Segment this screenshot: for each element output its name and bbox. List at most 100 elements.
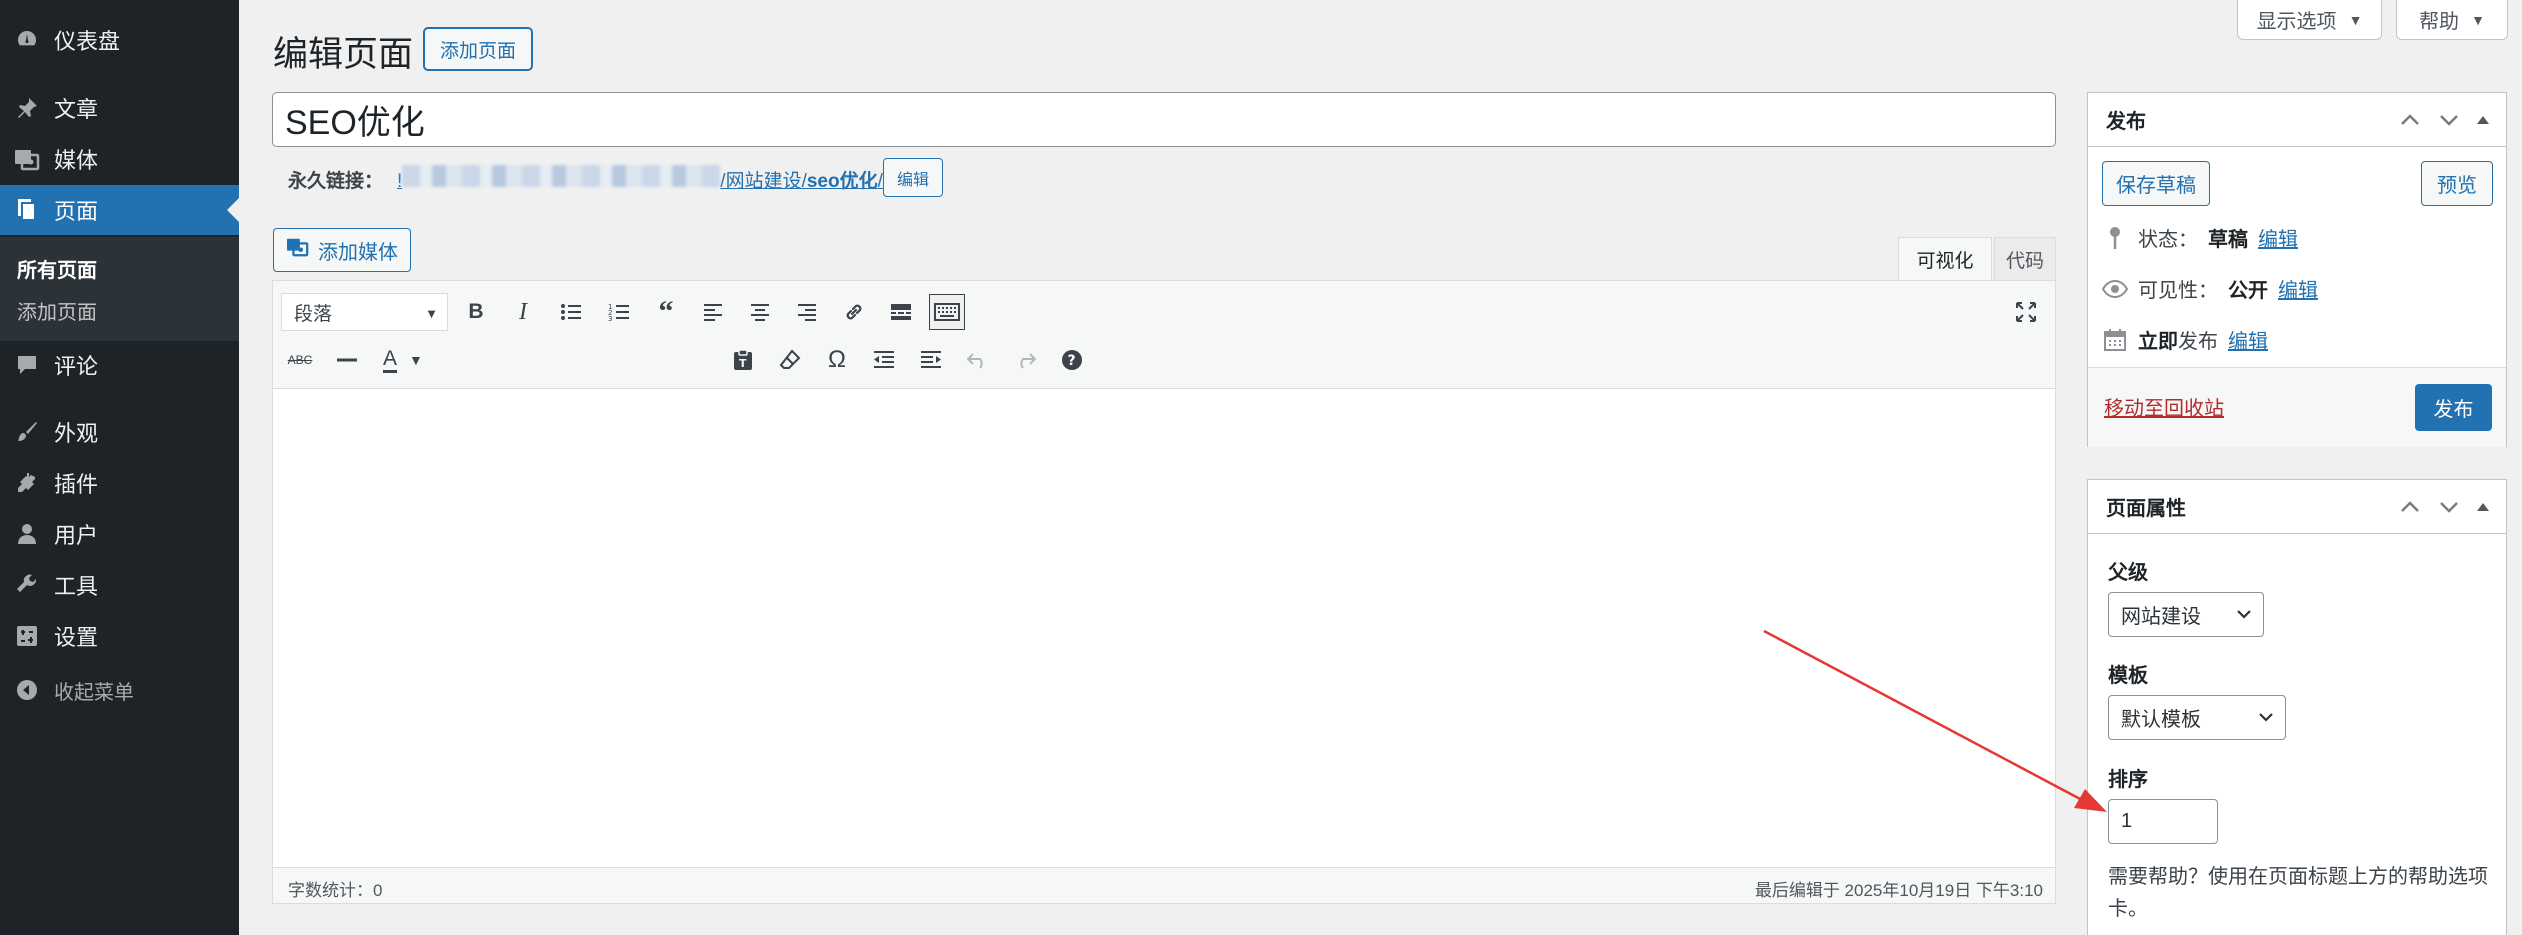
insert-link-button[interactable] xyxy=(836,294,872,330)
paste-as-text-button[interactable]: T xyxy=(725,342,761,378)
text-color-button[interactable]: A ▼ xyxy=(377,342,429,378)
add-new-page-button[interactable]: 添加页面 xyxy=(423,27,533,71)
post-title-input[interactable] xyxy=(272,92,2056,147)
page-attributes-box: 页面属性 父级 网站建设 模板 默认模板 排序 需要帮助？使用在页面标题上方的帮… xyxy=(2087,479,2507,935)
tab-code[interactable]: 代码 xyxy=(1994,237,2056,280)
align-right-button[interactable] xyxy=(789,294,825,330)
bold-icon: B xyxy=(468,300,484,323)
indent-button[interactable] xyxy=(913,342,949,378)
save-draft-button[interactable]: 保存草稿 xyxy=(2102,161,2210,206)
blockquote-button[interactable]: “ xyxy=(648,294,684,330)
italic-button[interactable]: I xyxy=(505,294,541,330)
order-input[interactable] xyxy=(2108,799,2218,844)
admin-sidebar: 仪表盘 文章 媒体 页面 所有页面 添加页面 评论 外观 插件 用户 工具 设置… xyxy=(0,0,239,935)
toolbar-toggle-button[interactable] xyxy=(929,294,965,330)
bullet-list-button[interactable] xyxy=(553,294,589,330)
sidebar-item-plugins[interactable]: 插件 xyxy=(0,458,239,508)
move-down-button[interactable] xyxy=(2436,494,2462,520)
chevron-down-icon xyxy=(2257,707,2275,733)
fullscreen-icon xyxy=(2016,302,2036,322)
tab-visual[interactable]: 可视化 xyxy=(1898,237,1992,280)
schedule-edit-link[interactable]: 编辑 xyxy=(2228,325,2268,354)
move-up-button[interactable] xyxy=(2397,107,2423,133)
undo-icon xyxy=(967,353,983,369)
sidebar-item-comments[interactable]: 评论 xyxy=(0,340,239,390)
status-edit-link[interactable]: 编辑 xyxy=(2258,223,2298,252)
publish-box-title: 发布 xyxy=(2106,111,2146,133)
pin-icon xyxy=(2102,225,2128,251)
content-editor: 段落 ▼ B I 123 “ ABC A ▼ T Ω ? 字数统计：0 最后编辑… xyxy=(272,280,2056,904)
numbered-list-button[interactable]: 123 xyxy=(601,294,637,330)
svg-text:3: 3 xyxy=(608,315,612,322)
fullscreen-button[interactable] xyxy=(2008,294,2044,330)
help-tab[interactable]: 帮助 ▼ xyxy=(2396,0,2508,40)
clear-formatting-button[interactable] xyxy=(772,342,808,378)
align-center-icon xyxy=(751,304,769,321)
permalink-edit-button[interactable]: 编辑 xyxy=(883,158,943,197)
status-value: 草稿 xyxy=(2208,229,2248,251)
editor-toolbar: 段落 ▼ B I 123 “ ABC A ▼ T Ω ? xyxy=(273,281,2055,389)
add-media-button[interactable]: 添加媒体 xyxy=(273,228,411,272)
settings-icon xyxy=(0,611,54,661)
caret-down-icon: ▼ xyxy=(409,352,423,368)
submenu-add-page[interactable]: 添加页面 xyxy=(17,296,97,325)
permalink-blurred-domain xyxy=(402,165,721,187)
collapse-icon xyxy=(0,665,54,715)
keyboard-shortcuts-button[interactable]: ? xyxy=(1054,342,1090,378)
undo-button[interactable] xyxy=(960,342,996,378)
order-label: 排序 xyxy=(2108,769,2148,791)
horizontal-line-button[interactable] xyxy=(329,342,365,378)
svg-text:T: T xyxy=(739,357,747,370)
format-select[interactable]: 段落 ▼ xyxy=(281,293,448,331)
caret-down-icon: ▼ xyxy=(2471,11,2485,28)
publish-actions: 移动至回收站 发布 xyxy=(2088,367,2506,447)
sidebar-item-label: 页面 xyxy=(54,199,99,224)
visibility-edit-link[interactable]: 编辑 xyxy=(2278,274,2318,303)
caret-down-icon: ▼ xyxy=(425,306,438,321)
sidebar-item-label: 文章 xyxy=(54,97,99,122)
align-left-icon xyxy=(704,304,722,321)
outdent-button[interactable] xyxy=(866,342,902,378)
move-up-button[interactable] xyxy=(2397,494,2423,520)
sidebar-item-label: 评论 xyxy=(54,354,99,379)
sidebar-item-label: 仪表盘 xyxy=(54,29,121,54)
editor-content-area[interactable] xyxy=(273,389,2055,841)
sidebar-item-label: 收起菜单 xyxy=(54,681,134,704)
strikethrough-button[interactable]: ABC xyxy=(282,342,318,378)
sidebar-item-settings[interactable]: 设置 xyxy=(0,611,239,661)
link-icon xyxy=(846,304,862,320)
sidebar-item-users[interactable]: 用户 xyxy=(0,509,239,559)
sidebar-item-pages[interactable]: 页面 xyxy=(0,185,239,235)
quote-icon: “ xyxy=(658,295,674,328)
align-center-button[interactable] xyxy=(742,294,778,330)
sidebar-collapse-menu[interactable]: 收起菜单 xyxy=(0,665,239,715)
toggle-panel-button[interactable] xyxy=(2470,107,2496,133)
toggle-panel-button[interactable] xyxy=(2470,494,2496,520)
permalink-link[interactable]: !/网站建设/seo优化/ xyxy=(397,165,883,193)
move-down-button[interactable] xyxy=(2436,107,2462,133)
special-character-button[interactable]: Ω xyxy=(819,342,855,378)
parent-select[interactable]: 网站建设 xyxy=(2108,592,2264,637)
sidebar-item-dashboard[interactable]: 仪表盘 xyxy=(0,15,239,65)
wrench-icon xyxy=(0,560,54,610)
omega-icon: Ω xyxy=(828,346,846,373)
template-select[interactable]: 默认模板 xyxy=(2108,695,2286,740)
permalink-path: /网站建设/ xyxy=(720,171,807,192)
sidebar-item-posts[interactable]: 文章 xyxy=(0,83,239,133)
media-icon xyxy=(286,236,310,264)
sidebar-item-tools[interactable]: 工具 xyxy=(0,560,239,610)
bold-button[interactable]: B xyxy=(458,294,494,330)
sidebar-item-appearance[interactable]: 外观 xyxy=(0,407,239,457)
triangle-up-icon xyxy=(2477,503,2489,511)
redo-button[interactable] xyxy=(1007,342,1043,378)
move-to-trash-link[interactable]: 移动至回收站 xyxy=(2104,392,2224,421)
sidebar-item-media[interactable]: 媒体 xyxy=(0,134,239,184)
screen-options-tab[interactable]: 显示选项 ▼ xyxy=(2237,0,2382,40)
eye-icon xyxy=(2102,276,2128,302)
user-icon xyxy=(0,509,54,559)
read-more-button[interactable] xyxy=(883,294,919,330)
publish-button[interactable]: 发布 xyxy=(2415,384,2492,431)
preview-button[interactable]: 预览 xyxy=(2421,161,2493,206)
submenu-all-pages[interactable]: 所有页面 xyxy=(17,254,97,283)
align-left-button[interactable] xyxy=(695,294,731,330)
